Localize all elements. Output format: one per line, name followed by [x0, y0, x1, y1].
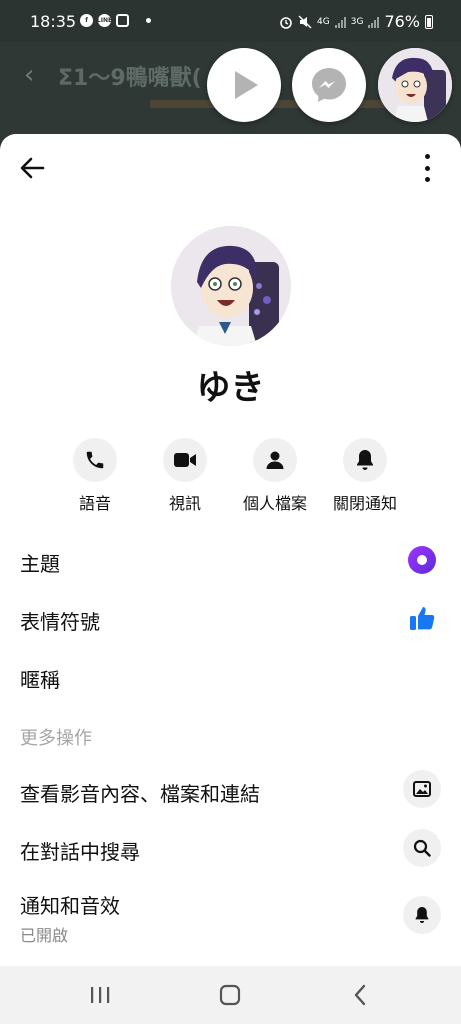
notification-dot-icon	[146, 18, 151, 23]
nickname-row[interactable]: 暱稱	[0, 654, 461, 698]
search-in-conversation-label: 在對話中搜尋	[20, 840, 140, 864]
system-nav-bar	[0, 966, 461, 1024]
play-icon	[235, 71, 258, 99]
recent-apps-icon	[91, 987, 110, 1003]
arrow-left-icon	[20, 157, 45, 179]
status-time: 18:35	[30, 12, 77, 31]
theme-indicator-icon	[403, 541, 441, 579]
battery-percent: 76%	[384, 12, 420, 31]
line-icon: LINE	[97, 14, 112, 27]
nickname-label: 暱稱	[20, 668, 60, 692]
thumbs-up-icon	[403, 599, 441, 637]
back-button[interactable]	[18, 154, 50, 182]
emoji-label: 表情符號	[20, 610, 100, 634]
background-back-icon: ‹	[24, 60, 35, 90]
view-media-row[interactable]: 查看影音內容、檔案和連結	[0, 768, 461, 812]
avatar-chat-head[interactable]	[378, 48, 452, 122]
notifications-status: 已開啟	[20, 926, 69, 945]
phone-icon	[73, 438, 117, 482]
facebook-icon: f	[80, 14, 93, 27]
profile-picture[interactable]	[171, 226, 291, 346]
signal-icon-2	[368, 16, 380, 28]
avatar	[378, 48, 452, 122]
status-bar: 18:35 f LINE 4G 3G 76%	[0, 0, 461, 42]
video-icon	[163, 438, 207, 482]
play-chat-head[interactable]	[207, 48, 281, 122]
status-right: 4G 3G 76%	[279, 12, 433, 31]
mute-notifications-label: 關閉通知	[332, 494, 397, 513]
messenger-chat-head[interactable]	[292, 48, 366, 122]
network-3g-label: 3G	[350, 16, 364, 27]
home-icon	[219, 984, 241, 1006]
notifications-sounds-row[interactable]: 通知和音效 已開啟	[0, 882, 461, 952]
emoji-row[interactable]: 表情符號	[0, 596, 461, 640]
person-icon	[253, 438, 297, 482]
more-actions-header: 更多操作	[20, 728, 92, 749]
more-options-button[interactable]	[423, 154, 431, 182]
instagram-icon	[116, 14, 129, 27]
view-media-label: 查看影音內容、檔案和連結	[20, 782, 260, 806]
theme-label: 主題	[20, 552, 60, 576]
profile-name: ゆき	[196, 368, 265, 408]
recent-apps-button[interactable]	[85, 982, 115, 1008]
bell-icon-small	[403, 896, 441, 934]
battery-icon	[425, 14, 433, 29]
mute-icon	[298, 14, 312, 29]
chevron-left-icon	[354, 984, 366, 1006]
status-app-icons: f LINE	[80, 14, 151, 27]
search-icon	[403, 829, 441, 867]
notifications-sounds-label: 通知和音效	[20, 894, 120, 918]
mute-notifications-button[interactable]: 關閉通知	[310, 438, 420, 514]
signal-icon	[334, 16, 346, 28]
back-nav-button[interactable]	[345, 982, 375, 1008]
profile-avatar-icon	[171, 226, 291, 346]
theme-row[interactable]: 主題	[0, 538, 461, 582]
alarm-icon	[280, 16, 292, 29]
conversation-details-sheet: ゆき 語音 視訊 個人檔案 關閉通知 主題 表情符號 暱稱 更多操作 查看影音內…	[0, 134, 461, 966]
bell-icon	[343, 438, 387, 482]
more-vertical-icon	[424, 154, 430, 159]
home-button[interactable]	[215, 982, 245, 1008]
search-in-conversation-row[interactable]: 在對話中搜尋	[0, 826, 461, 870]
image-icon	[403, 770, 441, 808]
messenger-icon	[312, 68, 346, 102]
network-4g-label: 4G	[317, 16, 330, 27]
